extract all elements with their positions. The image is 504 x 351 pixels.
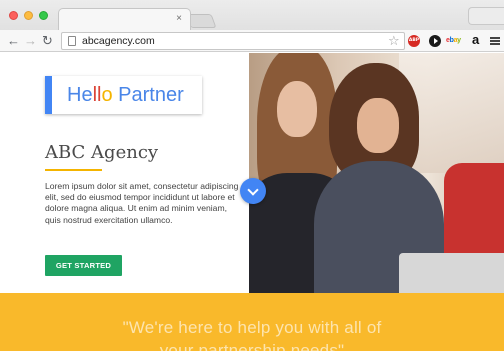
intro-paragraph: Lorem ipsum dolor sit amet, consectetur …	[45, 181, 239, 225]
amazon-extension-icon[interactable]: a	[472, 32, 479, 47]
back-arrow-icon[interactable]: ←	[7, 33, 20, 48]
title-underline	[45, 169, 102, 171]
close-window-button[interactable]	[9, 11, 18, 20]
photo-woman-left-face	[277, 81, 317, 137]
get-started-button[interactable]: GET STARTED	[45, 255, 122, 276]
star-icon[interactable]: ☆	[388, 33, 400, 48]
reload-icon[interactable]: ↻	[42, 33, 53, 48]
browser-toolbar: ← → ↻ abcagency.com ☆ ABP ebay a	[0, 30, 504, 52]
url-text[interactable]: abcagency.com	[82, 35, 155, 48]
logo-text: Hello Partner	[67, 83, 184, 107]
tab-active[interactable]: ×	[58, 8, 191, 30]
address-bar[interactable]: abcagency.com	[61, 32, 405, 50]
ebay-letter: y	[457, 37, 461, 44]
intro-panel: Hello Partner ABC Agency Lorem ipsum dol…	[0, 53, 249, 293]
logo-text-part: He	[67, 84, 93, 106]
hero-photo	[249, 53, 504, 293]
browser-window: × ← → ↻ abcagency.com ☆ ABP ebay a Hello…	[0, 0, 504, 351]
photo-laptop	[399, 253, 504, 293]
scroll-down-button[interactable]	[240, 178, 266, 204]
hello-partner-logo: Hello Partner	[45, 76, 202, 114]
tab-strip: ×	[0, 0, 504, 30]
tab-close-icon[interactable]: ×	[176, 13, 182, 25]
profile-button[interactable]	[468, 7, 504, 25]
ebay-extension-icon[interactable]: ebay	[446, 35, 461, 47]
logo-text-part: Partner	[112, 84, 184, 106]
logo-accent-bar	[45, 76, 52, 114]
minimize-window-button[interactable]	[24, 11, 33, 20]
quote-line: "We're here to help you with all of	[122, 318, 382, 337]
company-title: ABC Agency	[45, 142, 159, 163]
maximize-window-button[interactable]	[39, 11, 48, 20]
menu-icon[interactable]	[490, 37, 500, 45]
forward-arrow-icon[interactable]: →	[24, 33, 37, 48]
logo-text-part: o	[101, 84, 113, 106]
photo-woman-right-face	[357, 98, 399, 153]
web-page: Hello Partner ABC Agency Lorem ipsum dol…	[0, 53, 504, 351]
page-icon	[68, 36, 76, 46]
play-icon[interactable]	[429, 35, 441, 47]
quote-line: your partnership needs"	[159, 341, 345, 351]
quote-band: "We're here to help you with all of your…	[0, 293, 504, 351]
adblock-extension-icon[interactable]: ABP	[408, 35, 420, 47]
